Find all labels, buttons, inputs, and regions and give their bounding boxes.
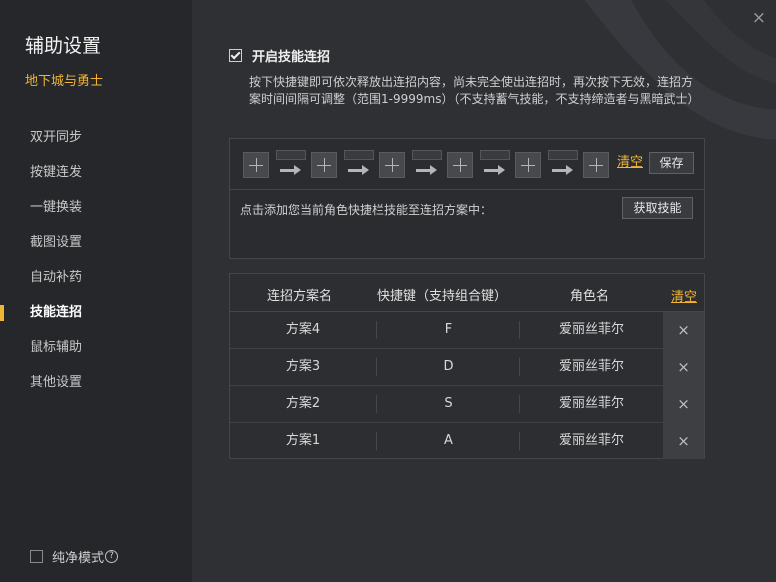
plan-hotkey[interactable]: S	[376, 395, 520, 413]
delete-icon[interactable]: ×	[663, 386, 704, 422]
plan-role: 爱丽丝菲尔	[519, 358, 663, 376]
plan-role: 爱丽丝菲尔	[519, 432, 663, 450]
enable-combo-label: 开启技能连招	[252, 50, 331, 65]
pure-mode-label: 纯净模式	[52, 551, 105, 566]
add-skill-slot-icon[interactable]	[447, 152, 473, 178]
table-row[interactable]: 方案1 A 爱丽丝菲尔 ×	[230, 423, 704, 459]
add-skill-slot-icon[interactable]	[583, 152, 609, 178]
table-row[interactable]: 方案4 F 爱丽丝菲尔 ×	[230, 312, 704, 349]
combo-description: 按下快捷键即可依次释放出连招内容，尚未完全使出连招时，再次按下无效，连招方案时间…	[249, 75, 700, 106]
interval-input[interactable]	[548, 150, 578, 160]
fetch-skills-button[interactable]: 获取技能	[622, 197, 693, 219]
sidebar-nav: 双开同步 按键连发 一键换装 截图设置 自动补药 技能连招 鼠标辅助 其他设置	[0, 120, 192, 400]
table-row[interactable]: 方案2 S 爱丽丝菲尔 ×	[230, 386, 704, 423]
pure-mode-checkbox[interactable]	[30, 550, 43, 563]
sidebar-item-auto-potion[interactable]: 自动补药	[0, 260, 192, 295]
header-role: 角色名	[570, 289, 610, 304]
interval-gap	[276, 150, 306, 177]
save-button[interactable]: 保存	[649, 152, 694, 174]
interval-input[interactable]	[412, 150, 442, 160]
interval-input[interactable]	[276, 150, 306, 160]
sidebar-item-screenshot[interactable]: 截图设置	[0, 225, 192, 260]
header-hotkey: 快捷键（支持组合键）	[377, 289, 508, 304]
plan-name: 方案1	[285, 433, 321, 448]
plan-name: 方案3	[285, 359, 321, 374]
sidebar-item-skill-combo[interactable]: 技能连招	[0, 295, 192, 330]
add-skill-slot-icon[interactable]	[243, 152, 269, 178]
sidebar: 辅助设置 地下城与勇士 双开同步 按键连发 一键换装 截图设置 自动补药 技能连…	[0, 0, 192, 582]
plan-name: 方案4	[285, 322, 321, 337]
combo-clear-link[interactable]: 清空	[617, 151, 643, 170]
plan-hotkey[interactable]: A	[376, 432, 520, 450]
combo-editor: 清空 保存 点击添加您当前角色快捷栏技能至连招方案中： 获取技能	[229, 138, 705, 259]
arrow-right-icon	[348, 163, 370, 177]
skill-hint: 点击添加您当前角色快捷栏技能至连招方案中：	[240, 203, 493, 217]
plan-name: 方案2	[285, 396, 321, 411]
plan-role: 爱丽丝菲尔	[519, 321, 663, 339]
table-header: 连招方案名 快捷键（支持组合键） 角色名 清空	[230, 274, 704, 312]
combo-plan-table: 连招方案名 快捷键（支持组合键） 角色名 清空 方案4 F 爱丽丝菲尔 × 方案…	[229, 273, 705, 459]
enable-combo-toggle[interactable]: 开启技能连招	[229, 46, 330, 65]
sidebar-item-quick-equip[interactable]: 一键换装	[0, 190, 192, 225]
interval-input[interactable]	[344, 150, 374, 160]
delete-icon[interactable]: ×	[663, 423, 704, 459]
table-clear-link[interactable]: 清空	[671, 286, 697, 305]
main-panel: × 开启技能连招 按下快捷键即可依次释放出连招内容，尚未完全使出连招时，再次按下…	[192, 0, 776, 582]
close-icon[interactable]: ×	[752, 8, 766, 28]
arrow-right-icon	[416, 163, 438, 177]
arrow-right-icon	[280, 163, 302, 177]
add-skill-slot-icon[interactable]	[379, 152, 405, 178]
interval-gap	[412, 150, 442, 177]
header-plan-name: 连招方案名	[267, 289, 333, 304]
arrow-right-icon	[552, 163, 574, 177]
interval-gap	[548, 150, 578, 177]
help-icon[interactable]: ?	[105, 550, 119, 563]
sidebar-item-mouse-assist[interactable]: 鼠标辅助	[0, 330, 192, 365]
add-skill-slot-icon[interactable]	[515, 152, 541, 178]
delete-icon[interactable]: ×	[663, 312, 704, 348]
interval-gap	[480, 150, 510, 177]
settings-title: 辅助设置	[25, 35, 102, 57]
enable-combo-checkbox[interactable]	[229, 49, 242, 62]
table-row[interactable]: 方案3 D 爱丽丝菲尔 ×	[230, 349, 704, 386]
plan-role: 爱丽丝菲尔	[519, 395, 663, 413]
sidebar-item-other[interactable]: 其他设置	[0, 365, 192, 400]
add-skill-slot-icon[interactable]	[311, 152, 337, 178]
delete-icon[interactable]: ×	[663, 349, 704, 385]
pure-mode-toggle[interactable]: 纯净模式 ?	[30, 547, 119, 566]
sidebar-item-dual-sync[interactable]: 双开同步	[0, 120, 192, 155]
combo-sequence: 清空 保存	[230, 139, 704, 190]
interval-input[interactable]	[480, 150, 510, 160]
arrow-right-icon	[484, 163, 506, 177]
interval-gap	[344, 150, 374, 177]
plan-hotkey[interactable]: F	[376, 321, 520, 339]
sidebar-item-key-repeat[interactable]: 按键连发	[0, 155, 192, 190]
plan-hotkey[interactable]: D	[376, 358, 520, 376]
game-name: 地下城与勇士	[25, 74, 104, 89]
